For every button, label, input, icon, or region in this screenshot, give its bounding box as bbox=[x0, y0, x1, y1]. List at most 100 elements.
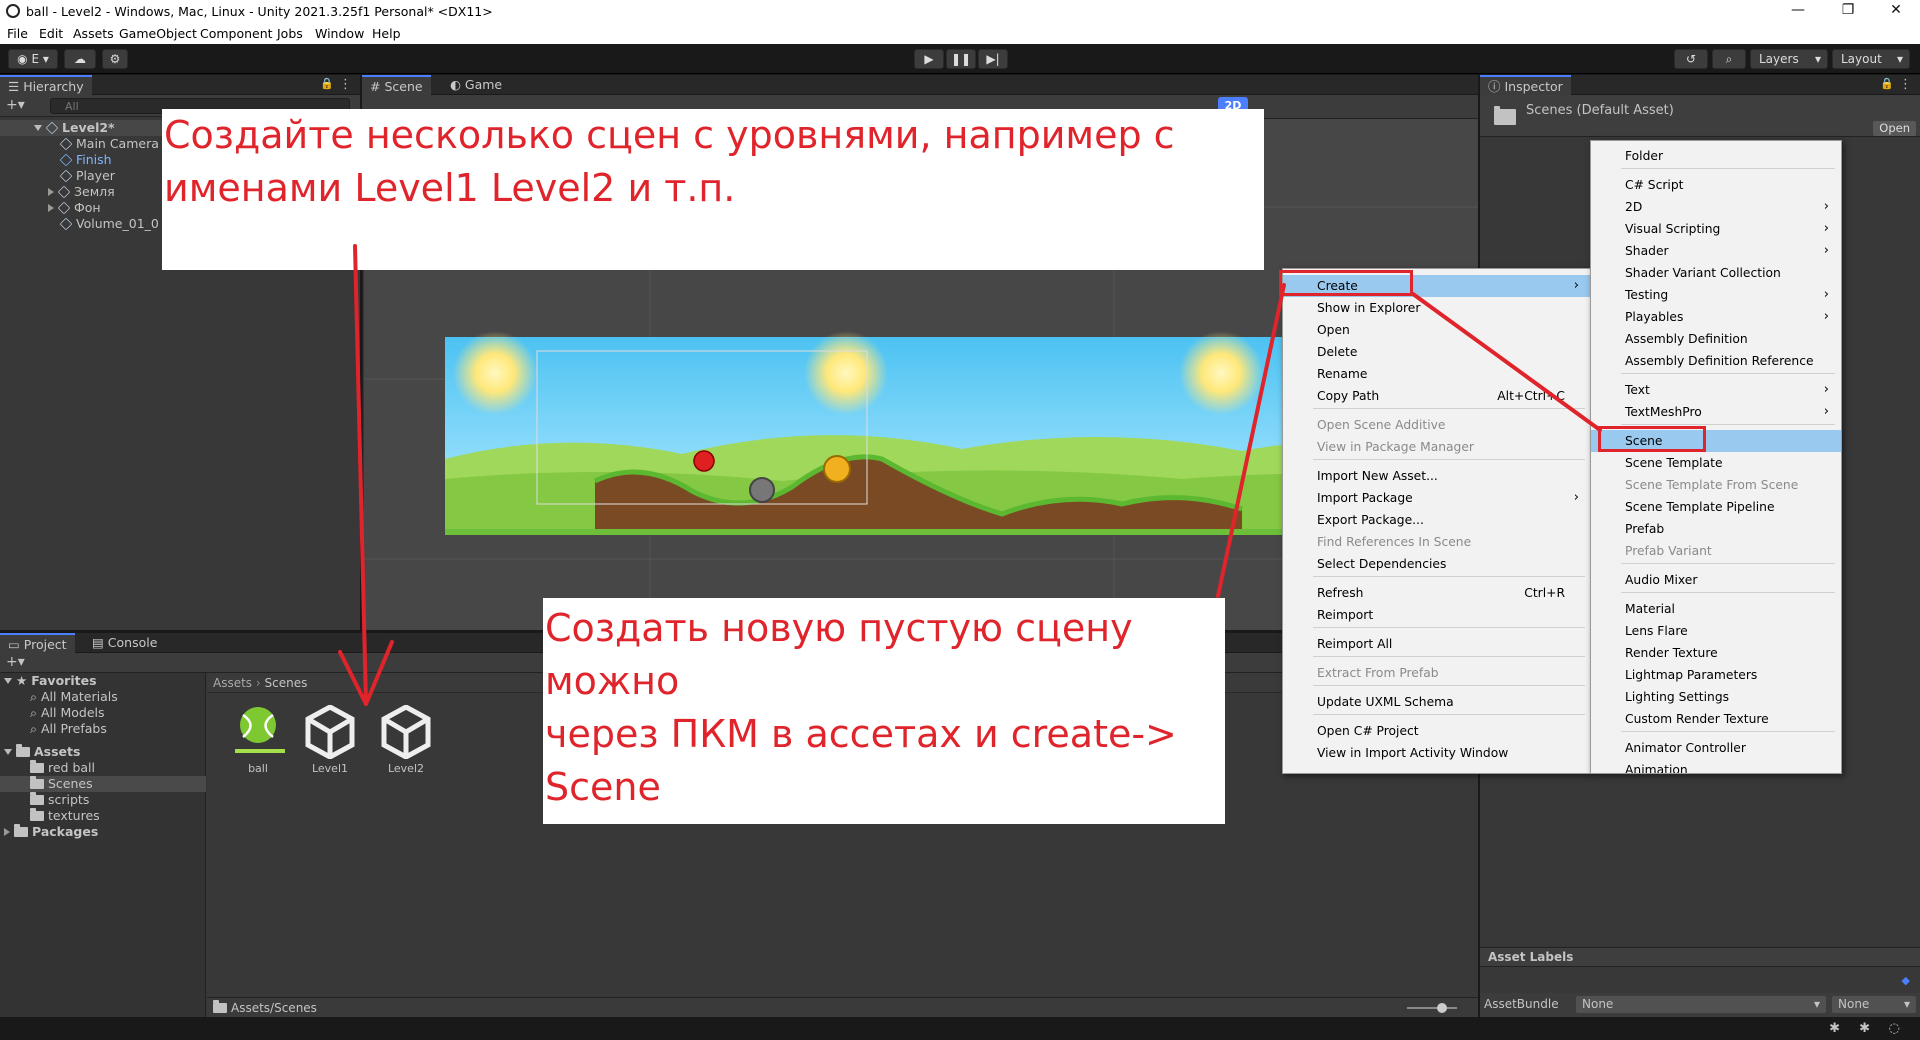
menu-item-copy-path[interactable]: Copy Path Alt+Ctrl+C bbox=[1283, 385, 1591, 407]
maximize-button[interactable]: ❐ bbox=[1828, 2, 1868, 22]
zoom-slider[interactable] bbox=[1407, 1007, 1457, 1009]
menu-component[interactable]: Component bbox=[200, 26, 273, 41]
menu-item-open-c-project[interactable]: Open C# Project bbox=[1283, 720, 1591, 742]
packages-group[interactable]: Packages bbox=[4, 824, 98, 840]
zoom-slider-handle[interactable] bbox=[1437, 1003, 1447, 1013]
menu-item-select-dependencies[interactable]: Select Dependencies bbox=[1283, 553, 1591, 575]
menu-item-c-script[interactable]: C# Script bbox=[1591, 174, 1841, 196]
account-button[interactable]: ◉ E ▾ bbox=[8, 49, 58, 69]
menu-item-refresh[interactable]: Refresh Ctrl+R bbox=[1283, 582, 1591, 604]
menu-item-render-texture[interactable]: Render Texture bbox=[1591, 642, 1841, 664]
tag-icon[interactable]: ◆ bbox=[1902, 974, 1910, 987]
expand-icon[interactable] bbox=[4, 828, 10, 836]
favorites-item-prefabs[interactable]: ⌕ All Prefabs bbox=[30, 721, 107, 737]
menu-item-delete[interactable]: Delete bbox=[1283, 341, 1591, 363]
hierarchy-item-fon[interactable]: Фон bbox=[48, 200, 101, 216]
bug-icon[interactable]: ✱ bbox=[1859, 1021, 1870, 1036]
menu-item-scene-template-pipeline[interactable]: Scene Template Pipeline bbox=[1591, 496, 1841, 518]
menu-edit[interactable]: Edit bbox=[39, 26, 63, 41]
add-icon[interactable]: +▾ bbox=[6, 97, 25, 113]
menu-item-shader[interactable]: Shader › bbox=[1591, 240, 1841, 262]
tab-hierarchy[interactable]: ☰ Hierarchy bbox=[0, 75, 92, 95]
menu-item-lighting-settings[interactable]: Lighting Settings bbox=[1591, 686, 1841, 708]
play-button[interactable]: ▶ bbox=[914, 49, 944, 69]
menu-item-2d[interactable]: 2D › bbox=[1591, 196, 1841, 218]
minimize-button[interactable]: — bbox=[1778, 2, 1818, 22]
asset-ball[interactable]: ball bbox=[223, 705, 293, 775]
expand-icon[interactable] bbox=[4, 678, 12, 684]
hierarchy-item-finish[interactable]: Finish bbox=[59, 152, 112, 168]
layers-dropdown[interactable]: Layers ▾ bbox=[1750, 49, 1828, 69]
hierarchy-item-volume[interactable]: Volume_01_0 bbox=[59, 216, 159, 232]
add-icon[interactable]: +▾ bbox=[6, 654, 25, 670]
assetbundle-dropdown[interactable]: None ▾ bbox=[1576, 996, 1826, 1013]
menu-item-lens-flare[interactable]: Lens Flare bbox=[1591, 620, 1841, 642]
menu-item-reimport[interactable]: Reimport bbox=[1283, 604, 1591, 626]
menu-gameobject[interactable]: GameObject bbox=[119, 26, 197, 41]
close-button[interactable]: ✕ bbox=[1876, 2, 1916, 22]
menu-item-material[interactable]: Material bbox=[1591, 598, 1841, 620]
more-icon[interactable]: ⋮ bbox=[339, 77, 352, 92]
finish-coin-sprite[interactable] bbox=[823, 455, 851, 483]
menu-item-playables[interactable]: Playables › bbox=[1591, 306, 1841, 328]
bug-icon[interactable]: ✱ bbox=[1829, 1021, 1840, 1036]
menu-item-folder[interactable]: Folder bbox=[1591, 145, 1841, 167]
breadcrumb-assets[interactable]: Assets bbox=[213, 676, 252, 690]
breadcrumb-scenes[interactable]: Scenes bbox=[265, 676, 308, 690]
menu-item-rename[interactable]: Rename bbox=[1283, 363, 1591, 385]
pause-button[interactable]: ❚❚ bbox=[946, 49, 976, 69]
tab-inspector[interactable]: ⓘ Inspector bbox=[1480, 75, 1571, 95]
assets-folder-red-ball[interactable]: red ball bbox=[30, 760, 95, 776]
menu-item-view-in-import-activity-window[interactable]: View in Import Activity Window bbox=[1283, 742, 1591, 764]
tab-console[interactable]: ▤ Console bbox=[84, 633, 165, 653]
menu-item-update-uxml-schema[interactable]: Update UXML Schema bbox=[1283, 691, 1591, 713]
menu-item-visual-scripting[interactable]: Visual Scripting › bbox=[1591, 218, 1841, 240]
asset-level2[interactable]: Level2 bbox=[371, 704, 441, 775]
menu-item-assembly-definition-reference[interactable]: Assembly Definition Reference bbox=[1591, 350, 1841, 372]
cloud-button[interactable]: ☁ bbox=[64, 49, 96, 69]
menu-item-textmeshpro[interactable]: TextMeshPro › bbox=[1591, 401, 1841, 423]
hierarchy-item-main-camera[interactable]: Main Camera bbox=[59, 136, 159, 152]
menu-item-import-package[interactable]: Import Package › bbox=[1283, 487, 1591, 509]
history-button[interactable]: ↺ bbox=[1674, 49, 1708, 69]
assets-folder-scenes[interactable]: Scenes bbox=[0, 776, 206, 792]
menu-window[interactable]: Window bbox=[315, 26, 364, 41]
tab-game[interactable]: ◐ Game bbox=[442, 75, 510, 95]
open-button[interactable]: Open bbox=[1873, 121, 1916, 136]
menu-assets[interactable]: Assets bbox=[73, 26, 114, 41]
menu-item-prefab[interactable]: Prefab bbox=[1591, 518, 1841, 540]
tab-project[interactable]: ▭ Project bbox=[0, 633, 75, 653]
step-button[interactable]: ▶| bbox=[978, 49, 1008, 69]
spike-ball-sprite[interactable] bbox=[749, 477, 775, 503]
menu-item-animation[interactable]: Animation bbox=[1591, 759, 1841, 773]
menu-item-custom-render-texture[interactable]: Custom Render Texture bbox=[1591, 708, 1841, 730]
lock-icon[interactable]: 🔒 bbox=[1880, 77, 1894, 90]
menu-item-open[interactable]: Open bbox=[1283, 319, 1591, 341]
favorites-item-models[interactable]: ⌕ All Models bbox=[30, 705, 105, 721]
layout-dropdown[interactable]: Layout ▾ bbox=[1832, 49, 1910, 69]
assets-folder-textures[interactable]: textures bbox=[30, 808, 100, 824]
favorites-group[interactable]: ★ Favorites bbox=[4, 673, 97, 689]
menu-item-reimport-all[interactable]: Reimport All bbox=[1283, 633, 1591, 655]
expand-icon[interactable] bbox=[4, 749, 12, 755]
tab-scene[interactable]: # Scene bbox=[362, 75, 431, 95]
assets-folder-scripts[interactable]: scripts bbox=[30, 792, 89, 808]
menu-item-lightmap-parameters[interactable]: Lightmap Parameters bbox=[1591, 664, 1841, 686]
assets-group[interactable]: Assets bbox=[4, 744, 80, 760]
menu-item-text[interactable]: Text › bbox=[1591, 379, 1841, 401]
expand-icon[interactable] bbox=[34, 125, 42, 131]
menu-item-animator-controller[interactable]: Animator Controller bbox=[1591, 737, 1841, 759]
menu-item-import-new-asset[interactable]: Import New Asset... bbox=[1283, 465, 1591, 487]
menu-item-show-in-explorer[interactable]: Show in Explorer bbox=[1283, 297, 1591, 319]
menu-item-export-package[interactable]: Export Package... bbox=[1283, 509, 1591, 531]
search-button[interactable]: ⌕ bbox=[1712, 49, 1746, 69]
expand-icon[interactable] bbox=[48, 204, 54, 212]
expand-icon[interactable] bbox=[48, 188, 54, 196]
menu-file[interactable]: File bbox=[7, 26, 28, 41]
red-ball-sprite[interactable] bbox=[693, 450, 715, 472]
hierarchy-item-player[interactable]: Player bbox=[59, 168, 115, 184]
menu-item-scene-template[interactable]: Scene Template bbox=[1591, 452, 1841, 474]
more-icon[interactable]: ⋮ bbox=[1899, 77, 1912, 92]
hierarchy-item-zemlya[interactable]: Земля bbox=[48, 184, 115, 200]
menu-item-audio-mixer[interactable]: Audio Mixer bbox=[1591, 569, 1841, 591]
